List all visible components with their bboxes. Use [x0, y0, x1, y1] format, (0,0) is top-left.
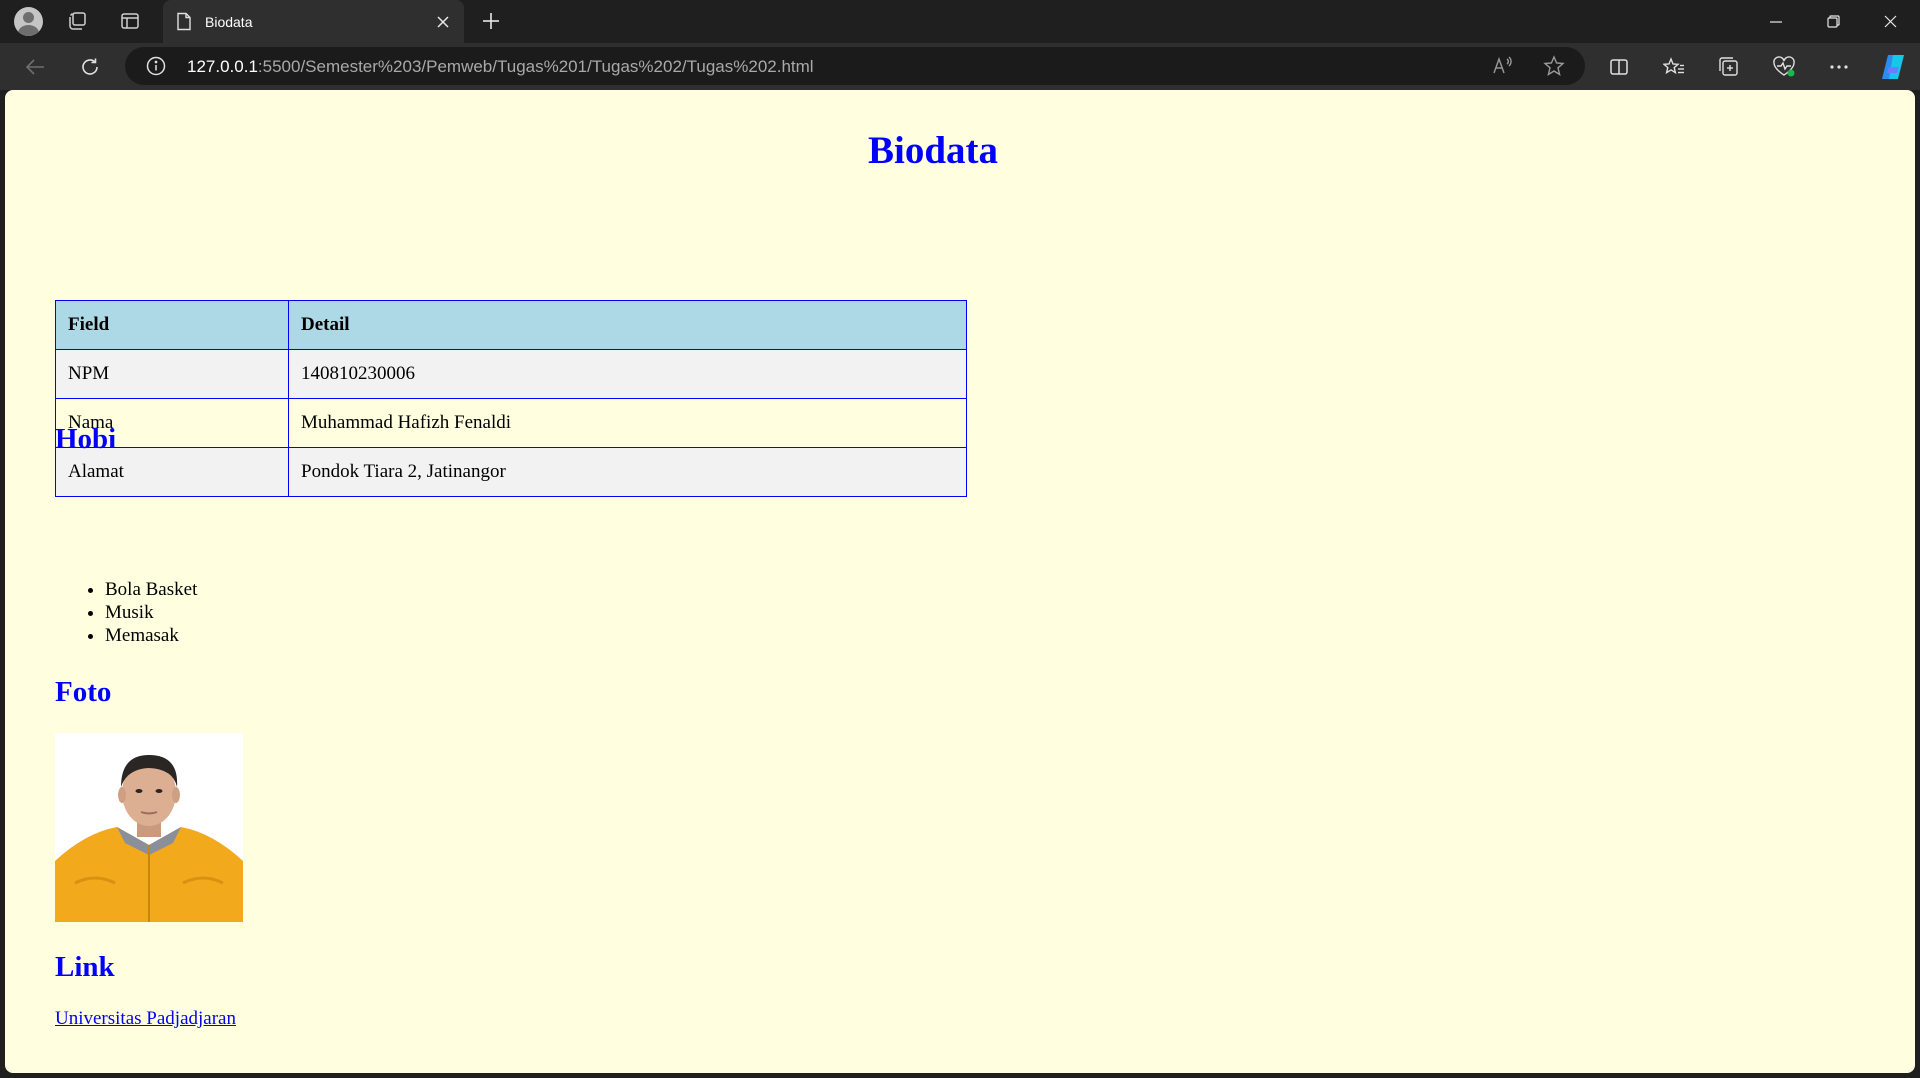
table-row: Alamat Pondok Tiara 2, Jatinangor [55, 447, 967, 497]
table-header-detail: Detail [288, 300, 967, 350]
table-cell: 140810230006 [288, 349, 967, 399]
page-title: Biodata [5, 128, 1915, 173]
biodata-table: Field Detail NPM 140810230006 Nama Muham… [55, 300, 967, 497]
list-item: Bola Basket [105, 578, 197, 601]
url-path: :5500/Semester%203/Pemweb/Tugas%201/Tuga… [257, 57, 814, 76]
url-text[interactable]: 127.0.0.1:5500/Semester%203/Pemweb/Tugas… [187, 57, 814, 77]
minimize-icon[interactable] [1748, 0, 1804, 43]
favorite-star-icon[interactable] [1539, 52, 1569, 80]
close-icon[interactable] [432, 11, 454, 33]
tab-title: Biodata [205, 13, 253, 30]
hobbies-list: Bola Basket Musik Memasak [105, 578, 197, 647]
table-cell: Muhammad Hafizh Fenaldi [288, 398, 967, 448]
new-tab-icon[interactable] [473, 4, 509, 38]
link-heading: Link [55, 951, 115, 983]
collections-icon[interactable] [1712, 50, 1746, 84]
browser-tab[interactable]: Biodata [163, 0, 464, 43]
address-bar[interactable]: 127.0.0.1:5500/Semester%203/Pemweb/Tugas… [125, 47, 1585, 85]
table-row: NPM 140810230006 [55, 349, 967, 399]
tab-actions-icon[interactable] [112, 4, 148, 38]
workspaces-icon[interactable] [59, 4, 95, 38]
table-cell: NPM [55, 349, 289, 399]
unpad-link[interactable]: Universitas Padjadjaran [55, 1008, 236, 1030]
info-icon[interactable] [145, 55, 167, 77]
profile-icon[interactable] [10, 4, 46, 38]
list-item: Memasak [105, 624, 197, 647]
read-aloud-icon[interactable] [1488, 52, 1518, 80]
list-item: Musik [105, 601, 197, 624]
table-cell: Pondok Tiara 2, Jatinangor [288, 447, 967, 497]
photo-heading: Foto [55, 676, 112, 708]
page-icon [177, 12, 191, 31]
table-header-field: Field [55, 300, 289, 350]
url-host: 127.0.0.1 [187, 57, 258, 76]
restore-icon[interactable] [1805, 0, 1861, 43]
copilot-icon[interactable] [1877, 50, 1911, 84]
back-icon[interactable] [18, 50, 52, 84]
hobbies-heading: Hobi [55, 423, 117, 455]
more-icon[interactable] [1822, 50, 1856, 84]
browser-toolbar: 127.0.0.1:5500/Semester%203/Pemweb/Tugas… [0, 43, 1920, 90]
profile-photo [55, 733, 243, 922]
window-close-icon[interactable] [1862, 0, 1918, 43]
favorites-icon[interactable] [1657, 50, 1691, 84]
split-screen-icon[interactable] [1602, 50, 1636, 84]
browser-titlebar: Biodata [0, 0, 1920, 43]
browser-essentials-icon[interactable] [1767, 50, 1801, 84]
page-viewport: Biodata Field Detail NPM 140810230006 Na… [5, 90, 1915, 1073]
refresh-icon[interactable] [73, 50, 107, 84]
table-row: Nama Muhammad Hafizh Fenaldi [55, 398, 967, 448]
page-title-text: Biodata [867, 129, 999, 172]
table-header-row: Field Detail [55, 300, 967, 350]
